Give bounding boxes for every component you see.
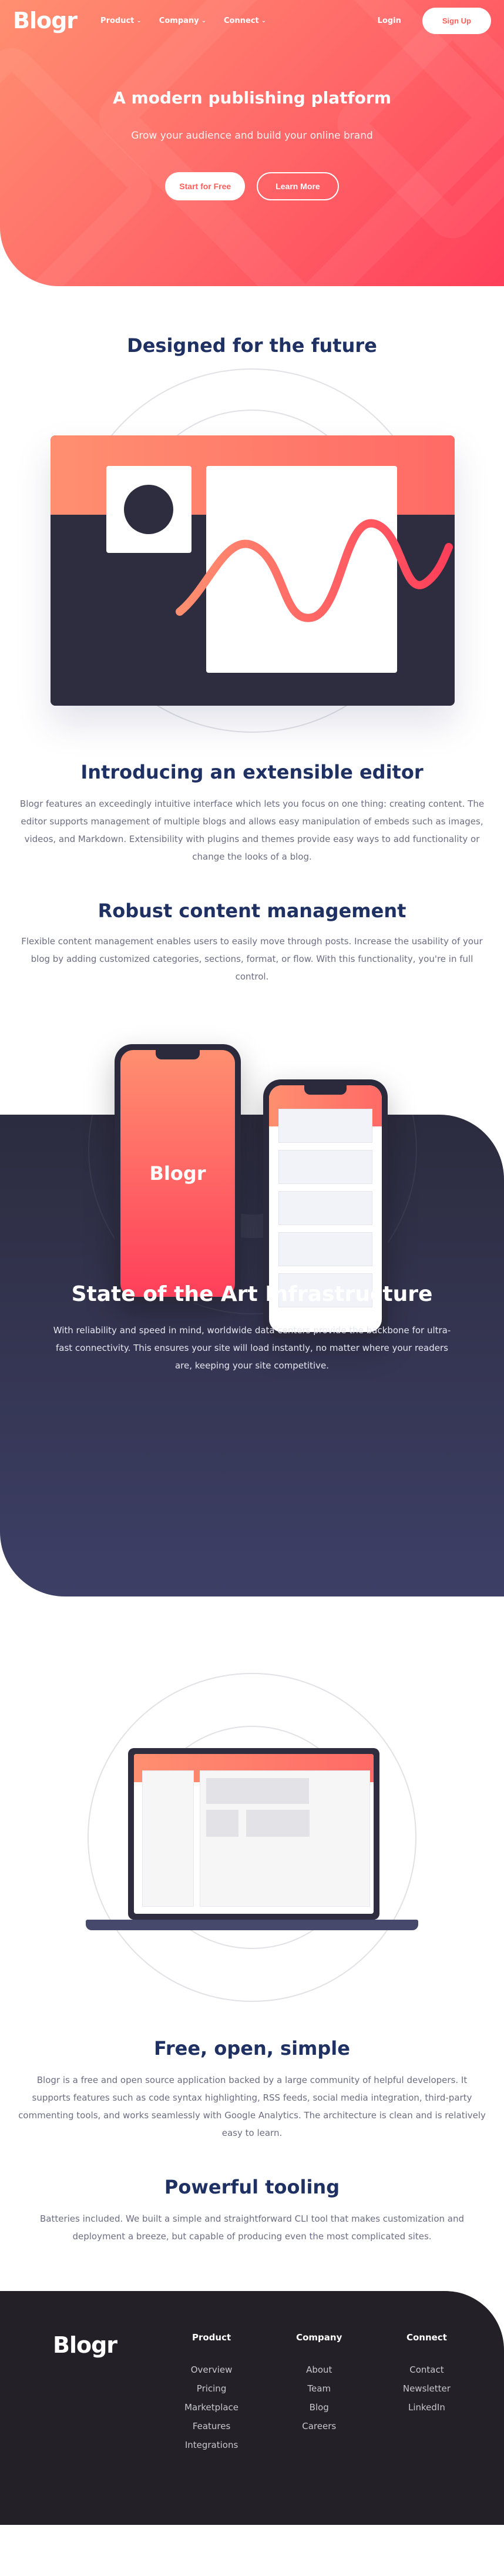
phone-screen: Blogr: [120, 1050, 235, 1297]
phone-list-item: [278, 1109, 372, 1143]
footer-link-features[interactable]: Features: [157, 2417, 265, 2436]
section-title: Introducing an extensible editor: [80, 761, 424, 783]
nav-auth: Login Sign Up: [378, 7, 491, 34]
laptop-screen: [134, 1754, 374, 1914]
login-link[interactable]: Login: [378, 16, 401, 25]
section-title: Free, open, simple: [154, 2037, 350, 2060]
laptop-content-block: [206, 1810, 238, 1837]
section-body: Blogr features an exceedingly intuitive …: [19, 799, 485, 862]
designed-section: Designed for the future: [0, 334, 504, 744]
wave-line-icon: [176, 519, 453, 622]
footer-link-team[interactable]: Team: [266, 2379, 373, 2398]
footer-link-linkedin[interactable]: LinkedIn: [373, 2398, 481, 2417]
infrastructure-section: Blogr State of the Art Infrastructure Wi…: [0, 1027, 504, 1643]
laptop-main-panel: [200, 1770, 370, 1907]
hero-title: A modern publishing platform: [113, 88, 391, 108]
footer-column-heading: Product: [191, 2332, 231, 2343]
footer-link-contact[interactable]: Contact: [373, 2360, 481, 2379]
nav-item-connect[interactable]: Connect ⌄: [224, 16, 266, 25]
section-body: Blogr is a free and open source applicat…: [18, 2075, 486, 2138]
learn-more-button[interactable]: Learn More: [257, 172, 339, 200]
nav-item-product[interactable]: Product ⌄: [100, 16, 142, 25]
section-body: Flexible content management enables user…: [21, 936, 483, 982]
chevron-down-icon: ⌄: [136, 17, 142, 24]
section-title: Designed for the future: [127, 334, 377, 357]
nav-item-label: Connect: [224, 16, 259, 25]
nav-item-label: Company: [159, 16, 199, 25]
main-nav: Blogr Product ⌄ Company ⌄ Connect ⌄ Logi…: [0, 0, 504, 41]
footer-link-careers[interactable]: Careers: [266, 2417, 373, 2436]
footer-column-company: Company About Team Blog Careers: [266, 2332, 373, 2525]
brand-logo[interactable]: Blogr: [13, 8, 78, 33]
footer-logo[interactable]: Blogr: [53, 2332, 157, 2525]
footer-link-pricing[interactable]: Pricing: [157, 2379, 265, 2398]
footer-column-product: Product Overview Pricing Marketplace Fea…: [157, 2332, 265, 2525]
infrastructure-text: State of the Art Infrastructure With rel…: [0, 1282, 504, 1374]
laptop-content-block: [246, 1810, 310, 1837]
footer-link-integrations[interactable]: Integrations: [157, 2436, 265, 2454]
hero-section: Blogr Product ⌄ Company ⌄ Connect ⌄ Logi…: [0, 0, 504, 286]
robust-section: Robust content management Flexible conte…: [0, 900, 504, 985]
phone-notch: [156, 1050, 200, 1059]
phone-list-item: [278, 1232, 372, 1266]
phone-notch: [304, 1085, 347, 1095]
section-title: State of the Art Infrastructure: [71, 1282, 433, 1306]
section-title: Robust content management: [98, 900, 406, 922]
footer-link-overview[interactable]: Overview: [157, 2360, 265, 2379]
site-footer: Blogr Product Overview Pricing Marketpla…: [0, 2291, 504, 2525]
footer-link-about[interactable]: About: [266, 2360, 373, 2379]
nav-menu: Product ⌄ Company ⌄ Connect ⌄: [100, 16, 266, 25]
start-free-button[interactable]: Start for Free: [165, 172, 246, 200]
free-section: Free, open, simple Blogr is a free and o…: [0, 2037, 504, 2142]
footer-column-connect: Connect Contact Newsletter LinkedIn: [373, 2332, 481, 2525]
chevron-down-icon: ⌄: [201, 17, 207, 24]
phone-mockup: Blogr: [115, 1044, 241, 1303]
hero-content: A modern publishing platform Grow your a…: [0, 88, 504, 200]
phone-logo: Blogr: [149, 1162, 206, 1185]
laptop-sidebar-panel: [142, 1770, 194, 1907]
phone-list-item: [278, 1191, 372, 1225]
editor-mockup: [51, 435, 455, 706]
laptop-content-block: [206, 1778, 309, 1804]
section-title: Powerful tooling: [164, 2176, 340, 2198]
nav-item-company[interactable]: Company ⌄: [159, 16, 206, 25]
footer-column-heading: Company: [296, 2332, 342, 2343]
laptop-illustration: [0, 1643, 504, 2031]
section-body: With reliability and speed in mind, worl…: [53, 1325, 451, 1371]
laptop-mockup: [128, 1748, 379, 1920]
laptop-base: [86, 1920, 418, 1930]
footer-link-blog[interactable]: Blog: [266, 2398, 373, 2417]
footer-link-newsletter[interactable]: Newsletter: [373, 2379, 481, 2398]
footer-column-heading: Connect: [406, 2332, 447, 2343]
nav-item-label: Product: [100, 16, 135, 25]
hero-cta-group: Start for Free Learn More: [0, 172, 504, 200]
chevron-down-icon: ⌄: [261, 17, 267, 24]
phone-list-item: [278, 1150, 372, 1184]
signup-button[interactable]: Sign Up: [422, 7, 491, 34]
editor-section: Introducing an extensible editor Blogr f…: [0, 761, 504, 866]
section-body: Batteries included. We built a simple an…: [39, 2213, 464, 2242]
editor-illustration: [0, 368, 504, 744]
footer-link-marketplace[interactable]: Marketplace: [157, 2398, 265, 2417]
hero-subtitle: Grow your audience and build your online…: [131, 130, 373, 142]
tooling-section: Powerful tooling Batteries included. We …: [0, 2176, 504, 2245]
